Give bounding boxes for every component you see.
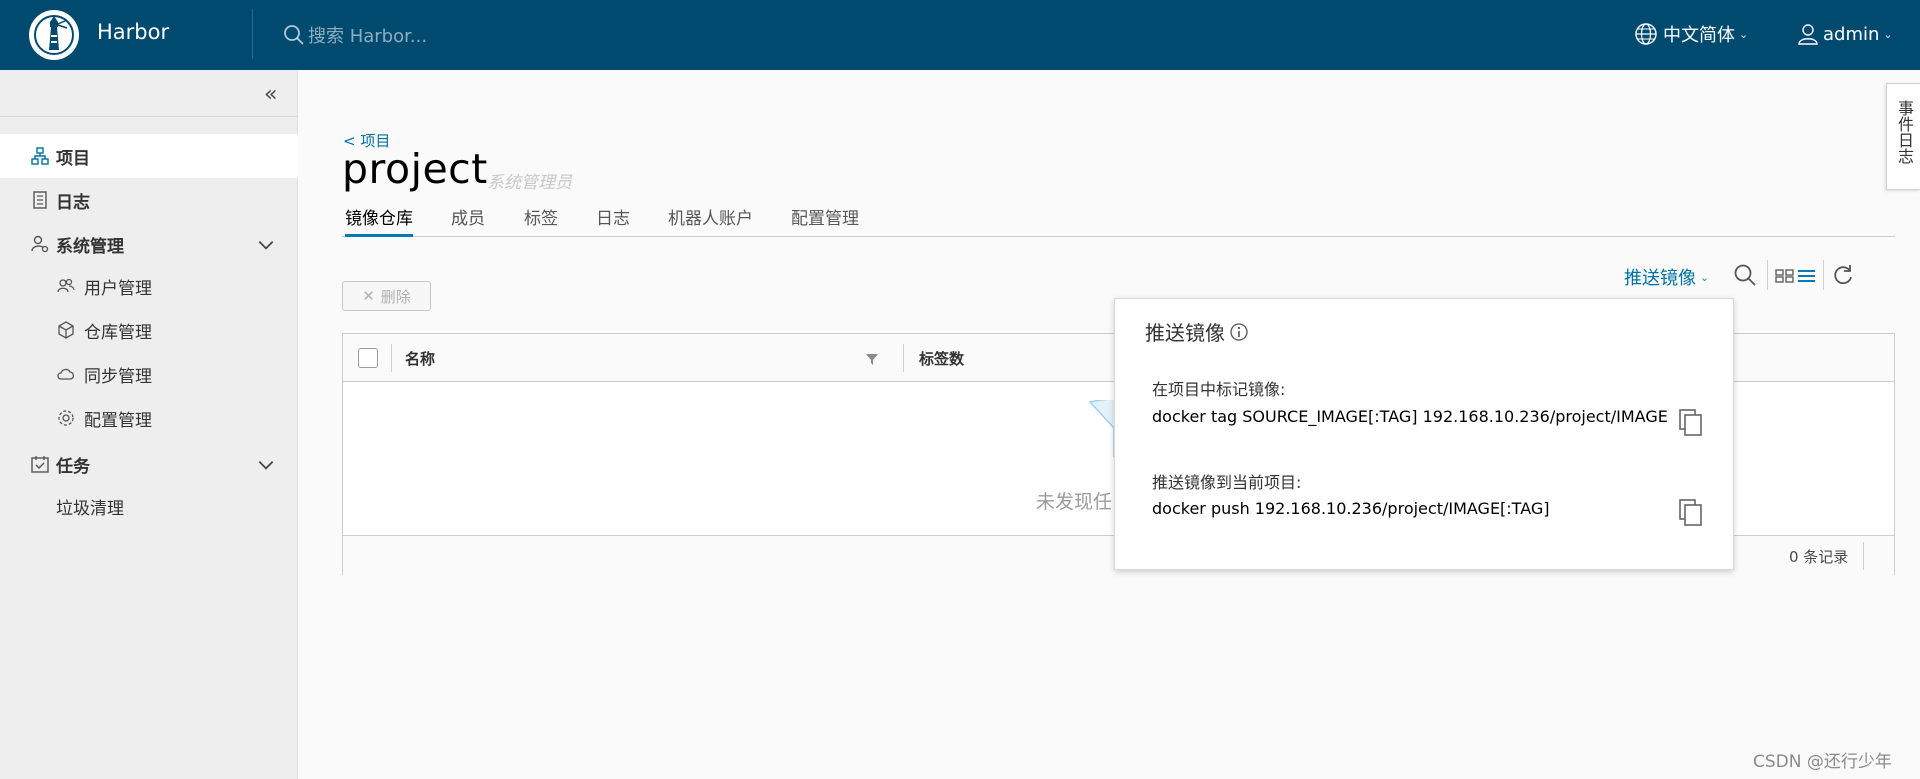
chevron-down-icon[interactable] — [256, 455, 276, 475]
footer-divider — [1863, 542, 1864, 570]
harbor-logo[interactable] — [29, 10, 79, 60]
copy-icon[interactable] — [1677, 407, 1705, 437]
sidebar-item-label: 垃圾清理 — [56, 498, 124, 519]
header-divider — [252, 9, 253, 59]
tab-logs[interactable]: 日志 — [596, 204, 630, 237]
role-label: 系统管理员 — [487, 173, 572, 193]
sidebar-item-replications[interactable]: 同步管理 — [0, 354, 298, 394]
tab-repositories[interactable]: 镜像仓库 — [345, 204, 413, 237]
delete-label: 删除 — [380, 287, 411, 306]
sidebar-item-projects[interactable]: 项目 — [0, 134, 298, 178]
push-command[interactable]: docker push 192.168.10.236/project/IMAGE… — [1152, 499, 1667, 518]
push-image-label: 推送镜像 — [1624, 268, 1696, 289]
tab-members[interactable]: 成员 — [451, 204, 485, 237]
column-tag-count[interactable]: 标签数 — [919, 348, 964, 369]
sidebar-item-label: 配置管理 — [84, 410, 152, 431]
user-menu[interactable]: admin ⌄ — [1795, 19, 1893, 49]
sidebar-item-label: 任务 — [56, 456, 90, 477]
toolbar-divider — [1767, 260, 1768, 290]
refresh-icon[interactable] — [1830, 262, 1856, 288]
sidebar-item-label: 仓库管理 — [84, 322, 152, 343]
card-view-icon[interactable] — [1775, 262, 1795, 288]
search-icon[interactable] — [1732, 262, 1758, 288]
toolbar-divider — [1823, 260, 1824, 290]
tab-configuration[interactable]: 配置管理 — [791, 204, 859, 237]
chevron-down-icon: ⌄ — [1739, 27, 1749, 41]
sidebar-item-registries[interactable]: 仓库管理 — [0, 310, 298, 350]
event-log-tab[interactable]: 事件日志 — [1886, 83, 1920, 190]
gear-icon — [58, 410, 74, 426]
registry-icon — [58, 321, 74, 339]
sidebar-item-label: 系统管理 — [56, 236, 124, 257]
record-count: 0 条记录 — [1789, 548, 1849, 566]
tasks-icon — [31, 456, 49, 473]
sidebar-item-tasks[interactable]: 任务 — [0, 442, 298, 486]
lighthouse-icon — [31, 12, 77, 58]
projects-icon — [31, 147, 49, 165]
filter-icon[interactable] — [865, 352, 879, 366]
sidebar-divider — [0, 116, 298, 117]
sidebar-item-gc[interactable]: 垃圾清理 — [0, 486, 298, 526]
empty-state-text: 未发现任 — [1036, 491, 1113, 513]
push-image-popover: 推送镜像 在项目中标记镜像: docker tag SOURCE_IMAGE[:… — [1114, 298, 1734, 570]
sidebar-item-logs[interactable]: 日志 — [0, 178, 298, 222]
user-name: admin — [1823, 23, 1880, 45]
sidebar-item-label: 用户管理 — [84, 278, 152, 299]
select-all-checkbox[interactable] — [358, 348, 378, 368]
copy-icon[interactable] — [1677, 497, 1705, 527]
tab-labels[interactable]: 标签 — [524, 204, 558, 237]
project-tabs: 镜像仓库 成员 标签 日志 机器人账户 配置管理 — [342, 199, 1895, 237]
cloud-sync-icon — [57, 368, 75, 380]
search-placeholder[interactable]: 搜索 Harbor... — [308, 22, 427, 48]
info-icon[interactable] — [1229, 322, 1249, 342]
column-divider — [391, 344, 392, 372]
global-search[interactable]: 搜索 Harbor... — [282, 20, 427, 50]
sidebar-item-label: 项目 — [56, 148, 90, 169]
sidebar-item-configuration[interactable]: 配置管理 — [0, 398, 298, 438]
page-title: project — [342, 145, 488, 193]
delete-button[interactable]: ✕ 删除 — [342, 281, 431, 311]
event-log-label: 事件日志 — [1895, 100, 1914, 164]
search-icon — [284, 25, 304, 45]
column-divider — [903, 344, 904, 372]
user-icon — [1798, 24, 1818, 45]
watermark: CSDN @还行少年 — [1753, 752, 1892, 772]
push-image-button[interactable]: 推送镜像 ⌄ — [1624, 264, 1709, 290]
globe-icon — [1635, 23, 1657, 45]
chevron-down-icon[interactable] — [256, 235, 276, 255]
list-view-icon[interactable] — [1797, 262, 1817, 288]
tag-command-label: 在项目中标记镜像: — [1152, 380, 1286, 399]
popover-title: 推送镜像 — [1145, 317, 1249, 346]
users-icon — [57, 278, 75, 293]
close-icon: ✕ — [362, 287, 375, 305]
sidebar: « 项目 日志 系统管理 用户管理 仓库管理 同步管理 配置管理 任务 垃圾清理 — [0, 70, 298, 779]
admin-icon — [31, 235, 49, 253]
language-label: 中文简体 — [1663, 25, 1735, 46]
sidebar-item-admin[interactable]: 系统管理 — [0, 222, 298, 266]
column-name[interactable]: 名称 — [405, 348, 435, 369]
tag-command[interactable]: docker tag SOURCE_IMAGE[:TAG] 192.168.10… — [1152, 407, 1667, 426]
chevron-down-icon: ⌄ — [1700, 270, 1710, 284]
tab-robot-accounts[interactable]: 机器人账户 — [668, 204, 753, 237]
sidebar-item-users[interactable]: 用户管理 — [0, 266, 298, 306]
popover-title-text: 推送镜像 — [1145, 321, 1225, 345]
push-command-label: 推送镜像到当前项目: — [1152, 473, 1302, 492]
top-header: Harbor 搜索 Harbor... 中文简体 ⌄ admin ⌄ — [0, 0, 1920, 70]
sidebar-item-label: 同步管理 — [84, 366, 152, 387]
brand-name[interactable]: Harbor — [97, 20, 169, 44]
logs-icon — [33, 191, 47, 209]
sidebar-item-label: 日志 — [56, 192, 90, 213]
language-selector[interactable]: 中文简体 ⌄ — [1633, 19, 1748, 49]
collapse-sidebar-icon[interactable]: « — [264, 84, 286, 106]
chevron-down-icon: ⌄ — [1883, 27, 1893, 41]
